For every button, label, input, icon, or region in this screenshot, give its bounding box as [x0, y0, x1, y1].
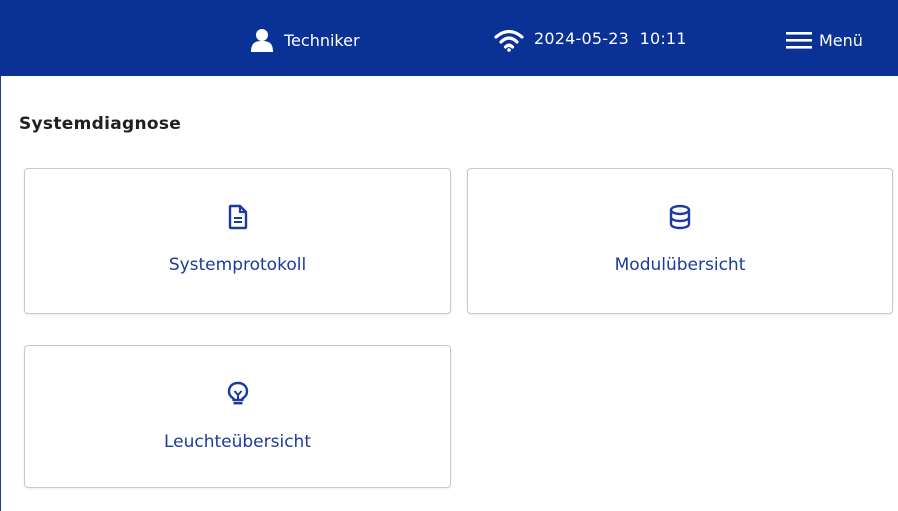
hamburger-icon	[786, 32, 812, 49]
tile-label: Modulübersicht	[614, 255, 746, 275]
time-text: 10:11	[639, 29, 687, 48]
tile-moduluebersicht[interactable]: Modulübersicht	[467, 168, 893, 314]
page-title: Systemdiagnose	[19, 114, 182, 134]
user-indicator[interactable]: Techniker	[250, 26, 360, 54]
document-icon	[228, 204, 247, 230]
database-icon	[669, 204, 691, 230]
tile-leuchteuebersicht[interactable]: Leuchteübersicht	[24, 345, 451, 488]
date-text: 2024-05-23	[534, 29, 629, 48]
wifi-icon	[494, 29, 524, 52]
top-bar: Techniker 2024-05-23 10:11 Menü	[0, 0, 898, 76]
user-name: Techniker	[284, 30, 360, 50]
datetime: 2024-05-23 10:11	[534, 29, 687, 48]
menu-label: Menü	[819, 30, 863, 50]
lightbulb-icon	[227, 381, 248, 405]
user-icon	[251, 29, 273, 52]
tile-systemprotokoll[interactable]: Systemprotokoll	[24, 168, 451, 314]
tile-label: Systemprotokoll	[168, 255, 307, 275]
tile-label: Leuchteübersicht	[163, 432, 312, 452]
menu-button[interactable]: Menü	[785, 26, 863, 54]
